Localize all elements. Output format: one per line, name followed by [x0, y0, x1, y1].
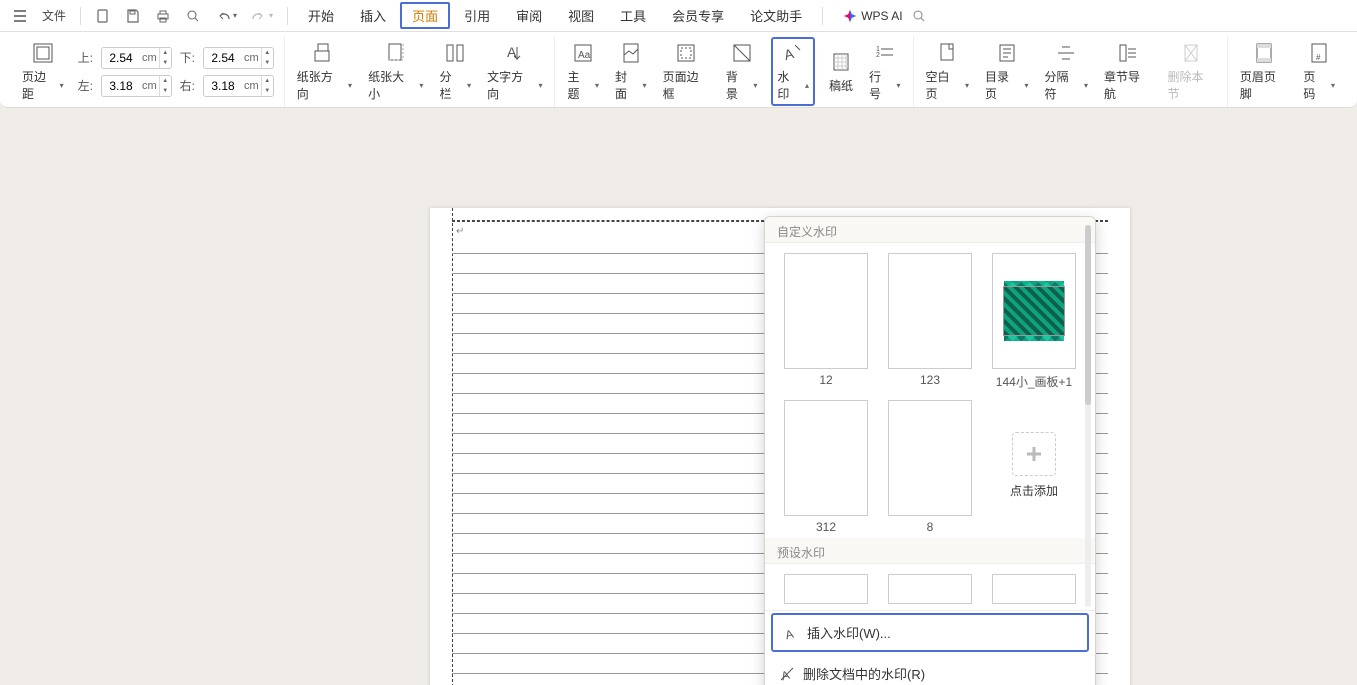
cover-button[interactable]: 封面▾: [613, 39, 649, 104]
preset-watermark-grid: [765, 564, 1095, 604]
watermark-thumb[interactable]: 312: [779, 400, 873, 534]
document-canvas[interactable]: ↵ 自定义水印 12 123 144小_画板+1 3: [0, 108, 1357, 685]
watermark-thumb[interactable]: 12: [779, 253, 873, 390]
svg-text:Aa: Aa: [578, 50, 591, 61]
orientation-button[interactable]: 纸张方向▾: [295, 39, 354, 104]
tab-member[interactable]: 会员专享: [660, 2, 736, 29]
background-button[interactable]: 背景▾: [724, 39, 760, 104]
watermark-thumb[interactable]: [987, 574, 1081, 604]
separator: [80, 7, 81, 25]
tab-page[interactable]: 页面: [400, 2, 450, 29]
margin-top-label: 上:: [78, 49, 93, 66]
preset-watermark-header: 预设水印: [765, 538, 1095, 564]
theme-group: Aa 主题▾ 封面▾ 页面边框 背景▾ A 水印▴ 稿纸 12 行号▾: [555, 36, 913, 107]
watermark-dropdown: 自定义水印 12 123 144小_画板+1 312 8: [764, 216, 1096, 685]
plus-icon: [1012, 432, 1056, 476]
page-border-button[interactable]: 页面边框: [661, 39, 712, 104]
margin-right-label: 右:: [180, 77, 195, 94]
margin-bottom-label: 下:: [180, 49, 195, 66]
print-icon[interactable]: [149, 4, 177, 28]
chapter-nav-button[interactable]: 章节导航: [1102, 39, 1153, 104]
dropdown-footer: A 插入水印(W)... A 删除文档中的水印(R): [765, 610, 1095, 685]
add-watermark-tile[interactable]: 点击添加: [987, 400, 1081, 534]
watermark-thumb[interactable]: [883, 574, 977, 604]
page-number-button[interactable]: # 页码▾: [1301, 39, 1337, 104]
tab-view[interactable]: 视图: [556, 2, 606, 29]
separator-button[interactable]: 分隔符▾: [1043, 39, 1091, 104]
paper-group: 纸张方向▾ 纸张大小▾ 分栏▾ A 文字方向▾: [285, 36, 556, 107]
svg-text:2: 2: [876, 52, 880, 59]
margins-group: 页边距▾ 上: cm▲▼ 下: cm▲▼ 左: cm▲▼ 右: cm▲▼: [10, 36, 285, 107]
paper-size-button[interactable]: 纸张大小▾: [366, 39, 425, 104]
margin-right-input[interactable]: cm▲▼: [203, 75, 274, 97]
theme-button[interactable]: Aa 主题▾: [565, 39, 601, 104]
page-group: 空白页▾ 目录页▾ 分隔符▾ 章节导航 删除本节: [914, 36, 1228, 107]
margin-top-input[interactable]: cm▲▼: [101, 47, 172, 69]
svg-text:A: A: [784, 626, 795, 640]
line-number-button[interactable]: 12 行号▾: [867, 39, 903, 104]
margin-left-label: 左:: [78, 77, 93, 94]
columns-button[interactable]: 分栏▾: [437, 39, 473, 104]
new-icon[interactable]: [89, 4, 117, 28]
svg-text:A: A: [782, 45, 796, 63]
tab-reference[interactable]: 引用: [452, 2, 502, 29]
watermark-button[interactable]: A 水印▴: [771, 37, 815, 106]
delete-section-button: 删除本节: [1165, 39, 1216, 104]
margin-values: 上: cm▲▼ 下: cm▲▼ 左: cm▲▼ 右: cm▲▼: [78, 47, 274, 97]
file-menu[interactable]: 文件: [36, 3, 72, 28]
preview-icon[interactable]: [179, 4, 207, 28]
tab-review[interactable]: 审阅: [504, 2, 554, 29]
blank-page-button[interactable]: 空白页▾: [924, 39, 972, 104]
watermark-thumb[interactable]: 144小_画板+1: [987, 253, 1081, 390]
custom-watermark-grid: 12 123 144小_画板+1 312 8 点击: [765, 243, 1095, 538]
separator: [822, 7, 823, 25]
tab-start[interactable]: 开始: [296, 2, 346, 29]
menu-icon[interactable]: [6, 4, 34, 28]
header-footer-button[interactable]: 页眉页脚: [1238, 39, 1289, 104]
insert-watermark-item[interactable]: A 插入水印(W)...: [771, 613, 1089, 652]
margins-button[interactable]: 页边距▾: [20, 39, 66, 104]
undo-icon[interactable]: ▾: [209, 4, 243, 28]
menubar: 文件 ▾ ▾ 开始 插入 页面 引用 审阅 视图 工具 会员专享 论文助手 WP…: [0, 0, 1357, 32]
custom-watermark-header: 自定义水印: [765, 217, 1095, 243]
scrollbar-thumb[interactable]: [1085, 225, 1091, 405]
margin-left-input[interactable]: cm▲▼: [101, 75, 172, 97]
dropdown-scrollbar[interactable]: [1085, 225, 1091, 607]
tab-tools[interactable]: 工具: [608, 2, 658, 29]
save-icon[interactable]: [119, 4, 147, 28]
ribbon: 页边距▾ 上: cm▲▼ 下: cm▲▼ 左: cm▲▼ 右: cm▲▼ 纸张方…: [0, 32, 1357, 108]
wps-ai-button[interactable]: WPS AI: [843, 9, 902, 23]
watermark-thumb[interactable]: 123: [883, 253, 977, 390]
watermark-thumb[interactable]: [779, 574, 873, 604]
svg-text:#: #: [1316, 53, 1321, 62]
margin-bottom-input[interactable]: cm▲▼: [203, 47, 274, 69]
watermark-thumb[interactable]: 8: [883, 400, 977, 534]
toc-button[interactable]: 目录页▾: [983, 39, 1031, 104]
wps-ai-label: WPS AI: [861, 9, 902, 23]
search-icon[interactable]: [905, 4, 933, 28]
redo-icon[interactable]: ▾: [245, 4, 279, 28]
tab-thesis[interactable]: 论文助手: [738, 2, 814, 29]
separator: [287, 7, 288, 25]
text-direction-button[interactable]: A 文字方向▾: [485, 39, 544, 104]
remove-watermark-item[interactable]: A 删除文档中的水印(R): [765, 654, 1095, 685]
headerfooter-group: 页眉页脚 # 页码▾: [1228, 36, 1347, 107]
draft-button[interactable]: 稿纸: [827, 48, 855, 96]
tab-insert[interactable]: 插入: [348, 2, 398, 29]
